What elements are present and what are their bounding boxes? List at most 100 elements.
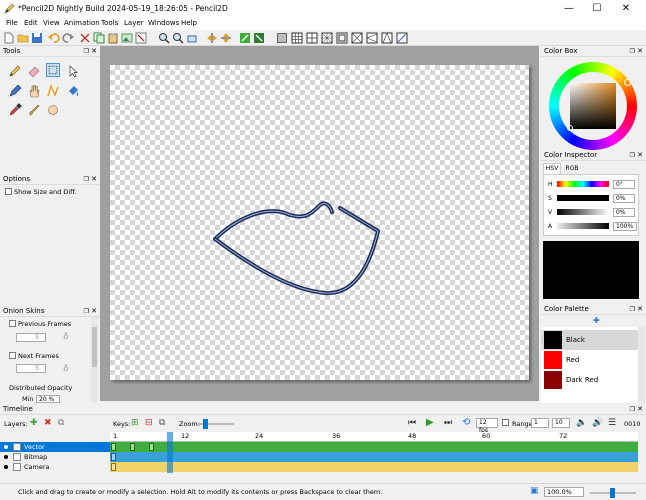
grid-cross-icon[interactable] — [306, 32, 318, 44]
hue-wheel[interactable] — [549, 62, 637, 150]
layer-row-bitmap[interactable]: Bitmap — [0, 452, 110, 462]
palette-scrollbar[interactable] — [638, 327, 645, 403]
zoom-select[interactable]: 100.0% — [544, 487, 584, 497]
perspective-one-point-icon[interactable] — [351, 32, 363, 44]
next-frames-checkbox[interactable] — [9, 352, 16, 359]
tab-rgb[interactable]: RGB — [563, 164, 581, 174]
loop-icon[interactable]: ⟲ — [462, 417, 470, 428]
playhead[interactable] — [167, 432, 173, 473]
remove-key-icon[interactable]: ⊟ — [145, 418, 153, 428]
go-to-end-icon[interactable]: ⏭ — [444, 418, 452, 428]
new-file-icon[interactable] — [3, 32, 15, 44]
tab-hsv[interactable]: HSV — [543, 163, 561, 174]
open-folder-icon[interactable] — [17, 32, 29, 44]
timeline-zoom-slider[interactable] — [198, 419, 234, 429]
close-panel-icon[interactable]: ✕ — [91, 174, 97, 185]
float-panel-icon[interactable]: ❐ — [630, 46, 635, 57]
drawing-canvas[interactable] — [110, 65, 529, 380]
keyframe[interactable] — [111, 443, 116, 451]
layer-row-camera[interactable]: Camera — [0, 462, 110, 472]
palette-item[interactable]: Red — [541, 350, 638, 370]
layer-visibility-icon[interactable] — [4, 465, 8, 469]
float-panel-icon[interactable]: ❐ — [84, 46, 89, 57]
alpha-field[interactable]: 100% — [613, 222, 637, 231]
show-size-diff-checkbox[interactable] — [5, 188, 12, 195]
bucket-tool-icon[interactable] — [66, 84, 80, 98]
copy-icon[interactable] — [93, 32, 105, 44]
saturation-value-square[interactable] — [570, 83, 616, 129]
menu-layer[interactable]: Layer — [124, 19, 144, 27]
menu-file[interactable]: File — [6, 19, 18, 27]
palette-item[interactable]: Black — [541, 330, 638, 350]
range-start-field[interactable]: 1 — [531, 418, 549, 428]
close-panel-icon[interactable]: ✕ — [91, 46, 97, 57]
layer-visibility-icon[interactable] — [4, 455, 8, 459]
sound-icon[interactable]: 🔈 — [576, 418, 587, 428]
menu-animation[interactable]: Animation — [64, 19, 100, 27]
perspective-three-point-icon[interactable] — [381, 32, 393, 44]
maximize-button[interactable]: ☐ — [583, 2, 611, 16]
float-panel-icon[interactable]: ❐ — [630, 404, 635, 415]
float-panel-icon[interactable]: ❐ — [84, 306, 89, 317]
redo-icon[interactable] — [62, 32, 74, 44]
float-panel-icon[interactable]: ❐ — [630, 150, 635, 161]
grid-icon[interactable] — [276, 32, 288, 44]
zoom-in-icon[interactable] — [158, 32, 170, 44]
value-slider[interactable] — [557, 209, 609, 215]
close-panel-icon[interactable]: ✕ — [91, 306, 97, 317]
previous-frames-checkbox[interactable] — [9, 320, 16, 327]
pen-tool-icon[interactable] — [8, 84, 22, 98]
float-panel-icon[interactable]: ❐ — [630, 304, 635, 315]
menu-view[interactable]: View — [43, 19, 60, 27]
import-image-icon[interactable] — [121, 32, 133, 44]
keyframe[interactable] — [149, 443, 154, 451]
close-panel-icon[interactable]: ✕ — [637, 404, 643, 415]
rotate-left-icon[interactable] — [186, 32, 198, 44]
menu-help[interactable]: Help — [181, 19, 197, 27]
keyframe[interactable] — [111, 453, 116, 461]
hue-slider[interactable] — [557, 181, 609, 187]
zoom-slider[interactable] — [590, 488, 636, 498]
next-frames-stepper[interactable]: 5 — [16, 364, 46, 373]
add-layer-icon[interactable]: ✚ — [30, 418, 38, 428]
previous-frames-stepper[interactable]: 5 — [16, 333, 46, 342]
value-field[interactable]: 0% — [613, 208, 635, 217]
clear-frame-icon[interactable] — [135, 32, 147, 44]
menu-edit[interactable]: Edit — [24, 19, 38, 27]
flip-vertical-icon[interactable] — [220, 32, 232, 44]
eyedropper-tool-icon[interactable] — [8, 103, 22, 117]
duplicate-key-icon[interactable]: ⧉ — [159, 418, 165, 428]
eraser-tool-icon[interactable] — [27, 64, 41, 78]
go-to-start-icon[interactable]: ⏮ — [408, 418, 416, 428]
bitmap-track[interactable] — [110, 452, 638, 462]
menu-tools[interactable]: Tools — [101, 19, 118, 27]
add-key-icon[interactable]: ⊞ — [131, 418, 139, 428]
hand-tool-icon[interactable] — [27, 84, 41, 98]
brush-tool-icon[interactable] — [27, 103, 41, 117]
overlay-safe-area-icon[interactable] — [336, 32, 348, 44]
layer-row-vector[interactable]: Vector — [0, 442, 110, 452]
hue-handle[interactable] — [624, 79, 631, 86]
saturation-field[interactable]: 0% — [613, 194, 635, 203]
range-end-field[interactable]: 10 — [552, 418, 570, 428]
palette-item[interactable]: Dark Red — [541, 370, 638, 390]
saturation-slider[interactable] — [557, 195, 609, 201]
playback-options-icon[interactable]: ☰ — [608, 418, 616, 428]
polyline-tool-icon[interactable] — [46, 84, 60, 98]
keyframe[interactable] — [111, 463, 116, 471]
camera-path-icon[interactable] — [396, 32, 408, 44]
onion-next-icon[interactable] — [253, 32, 265, 44]
fps-select[interactable]: 12 fps — [476, 418, 498, 434]
undo-icon[interactable] — [48, 32, 60, 44]
close-button[interactable]: ✕ — [612, 2, 640, 16]
onion-scrollbar[interactable] — [91, 317, 98, 403]
cut-icon[interactable] — [79, 32, 91, 44]
pencil-tool-icon[interactable] — [8, 64, 22, 78]
smudge-tool-icon[interactable] — [46, 103, 60, 117]
onion-prev-icon[interactable] — [239, 32, 251, 44]
sv-handle[interactable] — [567, 125, 573, 131]
duplicate-layer-icon[interactable]: ⧉ — [58, 418, 64, 428]
frame-ruler[interactable]: 1 12 24 36 48 60 72 — [110, 432, 638, 442]
range-checkbox[interactable] — [502, 419, 509, 426]
move-tool-icon[interactable] — [66, 64, 80, 78]
